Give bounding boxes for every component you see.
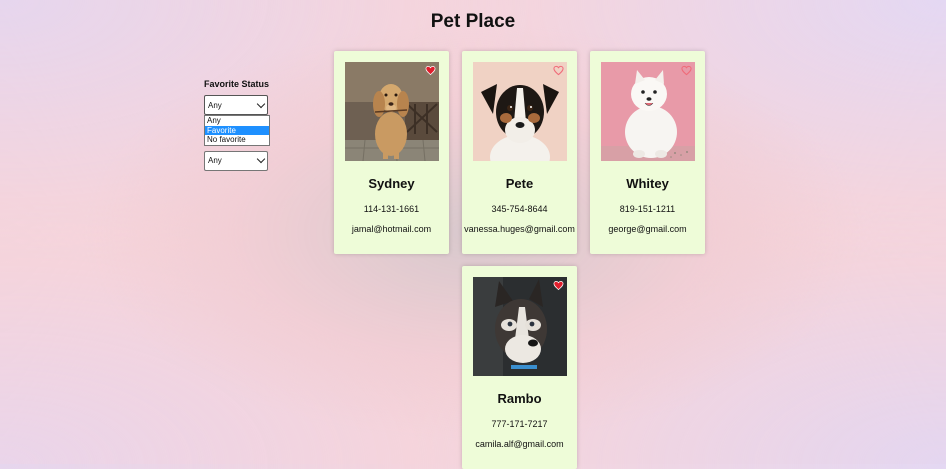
- pet-phone: 114-131-1661: [363, 204, 420, 214]
- pet-card-sydney: Sydney 114-131-1661 jamal@hotmail.com: [334, 51, 449, 254]
- chevron-down-icon: [256, 99, 266, 108]
- pet-card-whitey: Whitey 819-151-1211 george@gmail.com: [590, 51, 705, 254]
- pet-photo-whitey: [601, 62, 695, 161]
- heart-icon[interactable]: [553, 280, 564, 291]
- chevron-down-icon: [256, 154, 266, 164]
- pet-email: vanessa.huges@gmail.com: [464, 224, 575, 234]
- pet-name: Sydney: [368, 176, 415, 191]
- pet-photo-rambo: [473, 277, 567, 376]
- favorite-status-select[interactable]: Any: [204, 95, 268, 115]
- option-no-favorite[interactable]: No favorite: [205, 135, 269, 145]
- select-value: Any: [208, 156, 222, 165]
- second-filter-select[interactable]: Any: [204, 150, 268, 171]
- favorite-status-dropdown: Any Favorite No favorite: [204, 115, 270, 146]
- option-any[interactable]: Any: [205, 116, 269, 126]
- pet-name: Rambo: [497, 391, 542, 406]
- pet-name: Whitey: [626, 176, 669, 191]
- option-favorite[interactable]: Favorite: [205, 125, 269, 135]
- pet-name: Pete: [505, 176, 534, 191]
- pet-email: jamal@hotmail.com: [351, 224, 432, 234]
- pet-card-pete: Pete 345-754-8644 vanessa.huges@gmail.co…: [462, 51, 577, 254]
- page-title: Pet Place: [430, 11, 516, 32]
- heart-icon[interactable]: [553, 65, 564, 76]
- pet-phone: 819-151-1211: [619, 204, 676, 214]
- pet-phone: 345-754-8644: [491, 204, 548, 214]
- filter-label: Favorite Status: [204, 79, 270, 89]
- favorite-filter: Favorite Status Any Any Favorite No favo…: [204, 79, 274, 171]
- pet-email: camila.alf@gmail.com: [475, 439, 564, 449]
- pet-phone: 777-171-7217: [491, 419, 548, 429]
- pet-photo-sydney: [345, 62, 439, 161]
- pet-photo-pete: [473, 62, 567, 161]
- pet-email: george@gmail.com: [608, 224, 687, 234]
- heart-icon[interactable]: [681, 65, 692, 76]
- heart-icon[interactable]: [425, 65, 436, 76]
- select-value: Any: [208, 100, 222, 110]
- pet-card-rambo: Rambo 777-171-7217 camila.alf@gmail.com: [462, 266, 577, 469]
